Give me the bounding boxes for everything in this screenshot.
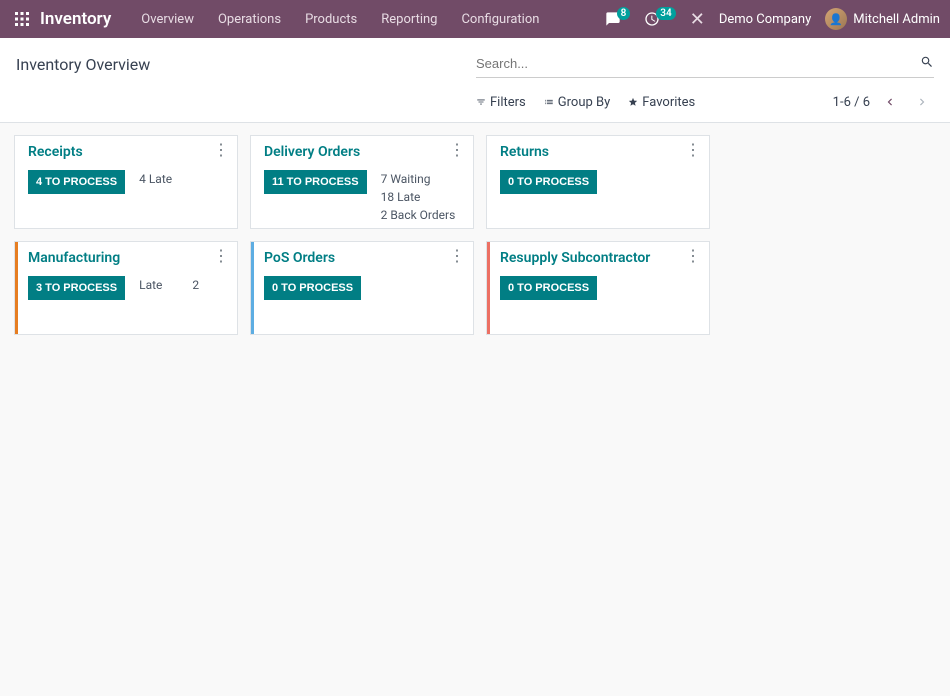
kanban-view: Receipts ⋮ 4 TO PROCESS 4 Late Delivery …	[0, 123, 950, 359]
card-stats: 4 Late	[139, 170, 172, 188]
nav-item-configuration[interactable]: Configuration	[449, 0, 551, 38]
card-stats: Late 2	[139, 276, 199, 294]
apps-icon[interactable]	[10, 7, 34, 31]
stat-label[interactable]: 7 Waiting	[381, 170, 456, 188]
app-brand[interactable]: Inventory	[40, 9, 111, 29]
kanban-card[interactable]: Delivery Orders ⋮ 11 TO PROCESS 7 Waitin…	[250, 135, 474, 229]
process-button[interactable]: 3 TO PROCESS	[28, 276, 125, 300]
filter-bar: Filters Group By Favorites	[476, 95, 695, 110]
stat-label[interactable]: 2 Back Orders	[381, 206, 456, 224]
navbar: Inventory Overview Operations Products R…	[0, 0, 950, 38]
process-button[interactable]: 0 TO PROCESS	[500, 170, 597, 194]
stat-label[interactable]: Late	[139, 276, 162, 294]
card-title[interactable]: Returns	[500, 144, 699, 160]
nav-item-overview[interactable]: Overview	[129, 0, 206, 38]
card-stats: 7 Waiting18 Late2 Back Orders	[381, 170, 456, 224]
card-title[interactable]: Manufacturing	[28, 250, 227, 266]
nav-item-products[interactable]: Products	[293, 0, 369, 38]
card-menu-icon[interactable]: ⋮	[213, 248, 229, 264]
groupby-label: Group By	[558, 95, 611, 110]
kanban-card[interactable]: Returns ⋮ 0 TO PROCESS	[486, 135, 710, 229]
card-menu-icon[interactable]: ⋮	[449, 248, 465, 264]
card-title[interactable]: PoS Orders	[264, 250, 463, 266]
kanban-card[interactable]: PoS Orders ⋮ 0 TO PROCESS	[250, 241, 474, 335]
process-button[interactable]: 11 TO PROCESS	[264, 170, 367, 194]
filters-button[interactable]: Filters	[476, 95, 526, 110]
nav-item-operations[interactable]: Operations	[206, 0, 293, 38]
user-name: Mitchell Admin	[853, 12, 940, 27]
nav-item-reporting[interactable]: Reporting	[369, 0, 449, 38]
messages-badge: 8	[617, 7, 631, 20]
company-selector[interactable]: Demo Company	[715, 12, 815, 27]
process-button[interactable]: 0 TO PROCESS	[264, 276, 361, 300]
avatar: 👤	[825, 8, 847, 30]
stat-label[interactable]: 18 Late	[381, 188, 456, 206]
pager-prev-button[interactable]	[878, 90, 902, 114]
search-container	[476, 50, 934, 78]
kanban-card[interactable]: Resupply Subcontractor ⋮ 0 TO PROCESS	[486, 241, 710, 335]
process-button[interactable]: 0 TO PROCESS	[500, 276, 597, 300]
activities-icon[interactable]: 34	[644, 11, 679, 27]
card-title[interactable]: Delivery Orders	[264, 144, 463, 160]
page-title: Inventory Overview	[16, 55, 476, 74]
favorites-label: Favorites	[642, 95, 695, 110]
activities-badge: 34	[656, 7, 675, 20]
search-input[interactable]	[476, 52, 920, 75]
filters-label: Filters	[490, 95, 526, 110]
messages-icon[interactable]: 8	[605, 11, 635, 27]
control-panel: Inventory Overview Filters Group By Favo…	[0, 38, 950, 123]
favorites-button[interactable]: Favorites	[628, 95, 695, 110]
card-menu-icon[interactable]: ⋮	[685, 248, 701, 264]
card-title[interactable]: Resupply Subcontractor	[500, 250, 699, 266]
card-menu-icon[interactable]: ⋮	[449, 142, 465, 158]
search-icon[interactable]	[920, 55, 934, 73]
kanban-card[interactable]: Receipts ⋮ 4 TO PROCESS 4 Late	[14, 135, 238, 229]
user-menu[interactable]: 👤 Mitchell Admin	[825, 8, 940, 30]
pager-text[interactable]: 1-6 / 6	[833, 95, 870, 110]
pager-next-button[interactable]	[910, 90, 934, 114]
stat-label[interactable]: 4 Late	[139, 170, 172, 188]
groupby-button[interactable]: Group By	[544, 95, 611, 110]
card-title[interactable]: Receipts	[28, 144, 227, 160]
nav-right: 8 34 ✕ Demo Company 👤 Mitchell Admin	[605, 8, 940, 30]
card-menu-icon[interactable]: ⋮	[685, 142, 701, 158]
stat-value: 2	[192, 276, 199, 294]
nav-menu: Overview Operations Products Reporting C…	[129, 0, 551, 38]
kanban-card[interactable]: Manufacturing ⋮ 3 TO PROCESS Late 2	[14, 241, 238, 335]
process-button[interactable]: 4 TO PROCESS	[28, 170, 125, 194]
close-icon[interactable]: ✕	[690, 9, 705, 30]
card-menu-icon[interactable]: ⋮	[213, 142, 229, 158]
